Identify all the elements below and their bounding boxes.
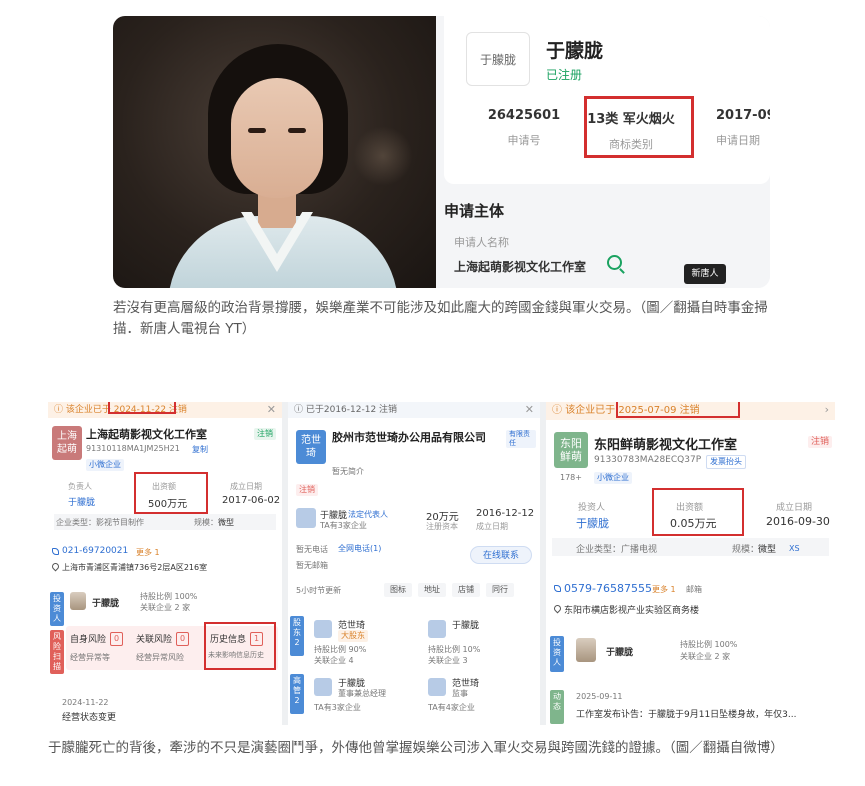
risk-item[interactable]: 关联风险	[136, 632, 172, 645]
rating-value: 微型	[218, 518, 234, 527]
trademark-logo: 于朦胧	[466, 32, 530, 86]
company-panel-3: ⓘ 该企业已于 2025-07-09 注销 › 东阳鲜萌 东阳鲜萌影视文化工作室…	[546, 402, 835, 725]
trademark-status: 已注册	[546, 68, 583, 82]
company-name: 胶州市范世琦办公用品有限公司	[332, 431, 486, 444]
location-icon	[552, 603, 563, 614]
shareholder-name[interactable]: 于朦胧	[452, 618, 479, 631]
credit-code: 91330783MA28ECQ37P	[594, 455, 702, 465]
watermark-badge: 新唐人	[684, 264, 726, 284]
figure-2-caption: 于朦朧死亡的背後，牽涉的不只是演藝圈鬥爭，外傳他曾掌握娛樂公司涉入軍火交易與跨國…	[48, 740, 784, 756]
established-date: 2016-12-12	[476, 508, 535, 519]
figure-1: 于朦胧 于朦胧 已注册 26425601 申请号 13类 军火烟火 商标类别 2…	[113, 16, 770, 288]
close-icon[interactable]: ✕	[267, 403, 276, 416]
view-count: 178+	[560, 473, 582, 482]
avatar	[296, 508, 316, 528]
company-logo: 范世琦	[296, 430, 326, 464]
phone-number[interactable]: 021-69720021	[62, 546, 128, 556]
investor-name[interactable]: 于朦胧	[606, 645, 633, 658]
credit-code: 91310118MA1JM25H21	[86, 444, 180, 453]
tab-button[interactable]: 图标	[384, 583, 412, 597]
section-title: 申请主体	[444, 202, 505, 220]
avatar	[70, 592, 86, 610]
company-name: 东阳鲜萌影视文化工作室	[594, 438, 738, 453]
phone-icon	[52, 548, 59, 555]
company-name: 上海起萌影视文化工作室	[86, 428, 207, 441]
news-text[interactable]: 工作室发布讣告：于朦胧于9月11日坠楼身故，年仅3...	[576, 707, 797, 720]
field-label: 成立日期	[776, 503, 813, 513]
history-text: 经营状态变更	[62, 713, 117, 723]
company-logo: 东阳鲜萌	[554, 432, 588, 468]
address: 上海市青浦区青浦镇736号2层A区216室	[62, 563, 208, 572]
copy-link[interactable]: 复制	[192, 444, 208, 455]
news-date: 2025-09-11	[576, 692, 623, 701]
field-value: 2016-09-30	[766, 515, 830, 528]
close-icon[interactable]: ›	[825, 403, 829, 416]
more-phones[interactable]: 更多 1	[136, 547, 160, 558]
more-phones[interactable]: 更多 1	[652, 584, 676, 595]
managers-tag: 高管 2	[290, 674, 304, 714]
online-contact-button[interactable]: 在线联系	[470, 546, 532, 564]
actor-photo	[113, 16, 436, 288]
history-date: 2024-11-22	[62, 698, 109, 707]
tab-button[interactable]: 店铺	[452, 583, 480, 597]
scale-tag: 小微企业	[594, 472, 632, 484]
field-value[interactable]: 于朦胧	[68, 495, 95, 508]
field-label: 负责人	[68, 482, 92, 491]
investor-rel: 关联企业 2 家	[680, 652, 731, 661]
cancel-tag: 注销	[296, 484, 318, 496]
email-link[interactable]: 邮箱	[686, 584, 702, 595]
trademark-field: 2017-09-15 申请日期	[716, 108, 770, 147]
company-panel-2: ⓘ 已于2016-12-12 注销 ✕ 范世琦 胶州市范世琦办公用品有限公司 有…	[288, 402, 540, 725]
highlight-box	[584, 96, 694, 158]
news-tag: 动态	[550, 690, 564, 724]
rating-label: 规模：	[194, 518, 218, 527]
status-badge: 注销	[808, 436, 833, 448]
applicant-label: 申请人名称	[454, 236, 509, 249]
company-panel-1: ⓘ 该企业已于 2024-11-22 注销 ✕ 上海起萌 上海起萌影视文化工作室…	[48, 402, 282, 725]
investor-tag: 投资人	[550, 636, 564, 672]
rating-value: 微型	[758, 545, 777, 555]
trademark-card: 于朦胧 于朦胧 已注册 26425601 申请号 13类 军火烟火 商标类别 2…	[436, 16, 770, 288]
status-badge: 注销	[254, 428, 276, 440]
trademark-name: 于朦胧	[546, 40, 604, 62]
location-icon	[50, 561, 61, 572]
investor-ratio: 持股比例 100%	[680, 640, 738, 649]
tab-button[interactable]: 同行	[486, 583, 514, 597]
avatar	[576, 638, 596, 662]
field-label: 成立日期	[230, 482, 262, 491]
trademark-field: 26425601 申请号	[487, 108, 561, 147]
figure-1-caption: 若沒有更高層級的政治背景撐腰，娛樂產業不可能涉及如此龐大的跨國金錢與軍火交易。（…	[113, 300, 768, 337]
investor-ratio: 持股比例 100%	[140, 592, 198, 601]
phone-number[interactable]: 0579-76587555	[564, 582, 652, 595]
company-type: 有限责任	[506, 430, 536, 448]
risk-tag: 风险扫描	[50, 630, 64, 674]
field-value[interactable]: 于朦胧	[576, 515, 609, 531]
rating-label: 规模：	[732, 545, 760, 555]
field-value: 2017-06-02	[222, 495, 281, 506]
update-note: 5小时节更新	[296, 586, 342, 595]
search-icon[interactable]	[607, 255, 622, 270]
intro: 暂无简介	[332, 467, 364, 476]
risk-item[interactable]: 自身风险	[70, 632, 106, 645]
shareholders-tag: 股东 2	[290, 616, 304, 656]
invoice-tag[interactable]: 发票抬头	[706, 455, 746, 469]
field-label: 投资人	[578, 503, 606, 513]
investor-rel: 关联企业 2 家	[140, 603, 191, 612]
cancel-warning: ⓘ 已于2016-12-12 注销	[288, 402, 540, 418]
investor-tag: 投资人	[50, 592, 64, 626]
industry: 企业类型：影视节目制作	[56, 518, 144, 527]
company-logo: 上海起萌	[52, 426, 82, 460]
figure-2: ⓘ 该企业已于 2024-11-22 注销 ✕ 上海起萌 上海起萌影视文化工作室…	[48, 402, 835, 725]
scale-tag: 小微企业	[86, 459, 124, 471]
address: 东阳市横店影视产业实验区商务楼	[564, 606, 700, 616]
close-icon[interactable]: ✕	[525, 403, 534, 416]
industry: 企业类型：广播电视	[576, 545, 658, 555]
investor-name[interactable]: 于朦胧	[92, 596, 119, 609]
phone-icon	[554, 585, 561, 592]
tab-button[interactable]: 地址	[418, 583, 446, 597]
applicant-name: 上海起萌影视文化工作室	[454, 260, 587, 274]
